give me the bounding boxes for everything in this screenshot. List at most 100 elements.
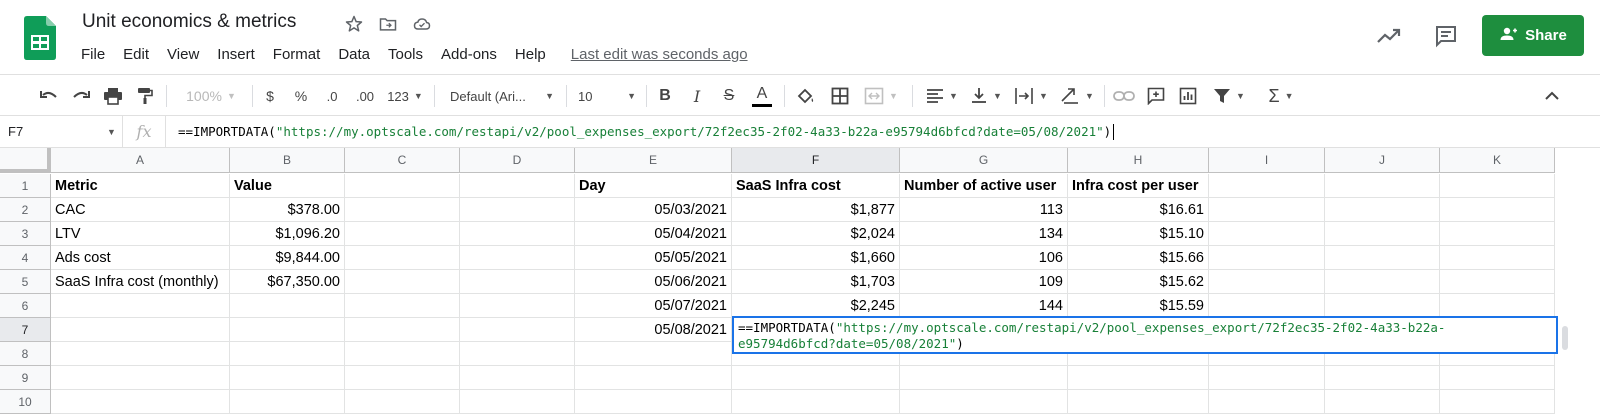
- column-header-k[interactable]: K: [1440, 148, 1555, 173]
- cell-g1[interactable]: Number of active user: [900, 174, 1068, 198]
- cell-j6[interactable]: [1325, 294, 1440, 318]
- cloud-status-icon[interactable]: [410, 12, 434, 36]
- cell-g5[interactable]: 109: [900, 270, 1068, 294]
- cell-j10[interactable]: [1325, 390, 1440, 414]
- cell-f4[interactable]: $1,660: [732, 246, 900, 270]
- vertical-scrollbar-thumb[interactable]: [1562, 326, 1568, 350]
- text-wrapping-icon[interactable]: ▼: [1010, 81, 1052, 111]
- cell-h1[interactable]: Infra cost per user: [1068, 174, 1209, 198]
- cell-i10[interactable]: [1209, 390, 1325, 414]
- cell-f6[interactable]: $2,245: [732, 294, 900, 318]
- collapse-menu-icon[interactable]: [1540, 81, 1564, 111]
- insert-chart-icon[interactable]: [1176, 81, 1200, 111]
- cell-d7[interactable]: [460, 318, 575, 342]
- cell-k5[interactable]: [1440, 270, 1555, 294]
- row-header-2[interactable]: 2: [0, 198, 51, 222]
- decrease-decimal-button[interactable]: .0: [320, 81, 344, 111]
- menu-file[interactable]: File: [72, 44, 114, 65]
- cell-h5[interactable]: $15.62: [1068, 270, 1209, 294]
- cell-c5[interactable]: [345, 270, 460, 294]
- cell-f1[interactable]: SaaS Infra cost: [732, 174, 900, 198]
- cell-b9[interactable]: [230, 366, 345, 390]
- cell-e1[interactable]: Day: [575, 174, 732, 198]
- cell-a10[interactable]: [51, 390, 230, 414]
- cell-h10[interactable]: [1068, 390, 1209, 414]
- cell-g4[interactable]: 106: [900, 246, 1068, 270]
- row-header-3[interactable]: 3: [0, 222, 51, 246]
- cell-c3[interactable]: [345, 222, 460, 246]
- paint-format-icon[interactable]: [132, 81, 158, 111]
- cell-e7[interactable]: 05/08/2021: [575, 318, 732, 342]
- row-header-1[interactable]: 1: [0, 174, 51, 198]
- comment-history-icon[interactable]: [1432, 22, 1460, 50]
- cell-a2[interactable]: CAC: [51, 198, 230, 222]
- cell-g6[interactable]: 144: [900, 294, 1068, 318]
- activity-trend-icon[interactable]: [1375, 22, 1403, 50]
- vertical-align-icon[interactable]: ▼: [966, 81, 1006, 111]
- text-color-button[interactable]: A: [750, 81, 774, 111]
- cell-f3[interactable]: $2,024: [732, 222, 900, 246]
- cell-c9[interactable]: [345, 366, 460, 390]
- cell-e4[interactable]: 05/05/2021: [575, 246, 732, 270]
- cell-e9[interactable]: [575, 366, 732, 390]
- cell-k2[interactable]: [1440, 198, 1555, 222]
- row-header-5[interactable]: 5: [0, 270, 51, 294]
- column-header-e[interactable]: E: [575, 148, 732, 173]
- cell-e3[interactable]: 05/04/2021: [575, 222, 732, 246]
- borders-icon[interactable]: [828, 81, 852, 111]
- sheets-logo-icon[interactable]: [24, 16, 56, 60]
- cell-k4[interactable]: [1440, 246, 1555, 270]
- currency-format-button[interactable]: $: [260, 81, 280, 111]
- menu-add-ons[interactable]: Add-ons: [432, 44, 506, 65]
- menu-insert[interactable]: Insert: [208, 44, 264, 65]
- cell-c6[interactable]: [345, 294, 460, 318]
- cell-e5[interactable]: 05/06/2021: [575, 270, 732, 294]
- cell-k3[interactable]: [1440, 222, 1555, 246]
- cell-i9[interactable]: [1209, 366, 1325, 390]
- cell-h4[interactable]: $15.66: [1068, 246, 1209, 270]
- cell-h9[interactable]: [1068, 366, 1209, 390]
- cell-f9[interactable]: [732, 366, 900, 390]
- spreadsheet-grid[interactable]: A B C D E F G H I J K 1 Metric Value Day SaaS Infra cos…: [0, 148, 1600, 416]
- cell-d1[interactable]: [460, 174, 575, 198]
- column-header-g[interactable]: G: [900, 148, 1068, 173]
- cell-d2[interactable]: [460, 198, 575, 222]
- select-all-corner[interactable]: [0, 148, 51, 173]
- cell-g9[interactable]: [900, 366, 1068, 390]
- row-header-6[interactable]: 6: [0, 294, 51, 318]
- cell-b10[interactable]: [230, 390, 345, 414]
- vertical-scrollbar-track[interactable]: [1560, 174, 1600, 416]
- menu-tools[interactable]: Tools: [379, 44, 432, 65]
- cell-i3[interactable]: [1209, 222, 1325, 246]
- cell-b2[interactable]: $378.00: [230, 198, 345, 222]
- star-icon[interactable]: [342, 12, 366, 36]
- cell-d10[interactable]: [460, 390, 575, 414]
- cell-d6[interactable]: [460, 294, 575, 318]
- row-header-7[interactable]: 7: [0, 318, 51, 342]
- cell-d8[interactable]: [460, 342, 575, 366]
- cell-a7[interactable]: [51, 318, 230, 342]
- cell-d4[interactable]: [460, 246, 575, 270]
- cell-g2[interactable]: 113: [900, 198, 1068, 222]
- merge-cells-icon[interactable]: ▼: [860, 81, 902, 111]
- row-header-8[interactable]: 8: [0, 342, 51, 366]
- cell-b8[interactable]: [230, 342, 345, 366]
- cell-k9[interactable]: [1440, 366, 1555, 390]
- menu-view[interactable]: View: [158, 44, 208, 65]
- fill-color-icon[interactable]: [794, 81, 818, 111]
- more-formats-select[interactable]: 123 ▼: [384, 81, 426, 111]
- column-header-a[interactable]: A: [51, 148, 230, 173]
- cell-j4[interactable]: [1325, 246, 1440, 270]
- cell-c10[interactable]: [345, 390, 460, 414]
- document-title[interactable]: Unit economics & metrics: [82, 11, 296, 33]
- column-header-f[interactable]: F: [732, 148, 900, 173]
- cell-b4[interactable]: $9,844.00: [230, 246, 345, 270]
- bold-button[interactable]: B: [654, 81, 676, 111]
- cell-editor-f7[interactable]: ==IMPORTDATA("https://my.optscale.com/re…: [732, 316, 1558, 354]
- cell-j3[interactable]: [1325, 222, 1440, 246]
- strikethrough-button[interactable]: S: [718, 81, 740, 111]
- cell-f2[interactable]: $1,877: [732, 198, 900, 222]
- cell-a6[interactable]: [51, 294, 230, 318]
- filter-icon[interactable]: ▼: [1208, 81, 1250, 111]
- share-button[interactable]: Share: [1482, 15, 1584, 56]
